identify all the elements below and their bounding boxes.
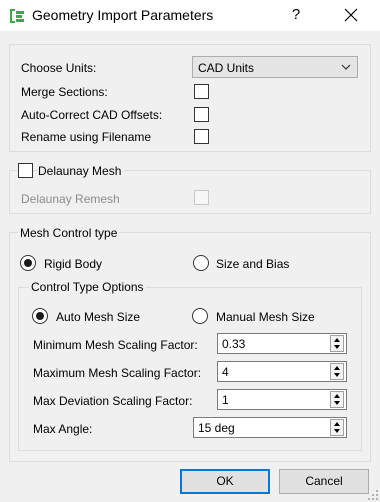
spin-down-icon[interactable]: [331, 343, 343, 351]
max-angle-spinbox[interactable]: 15 deg: [193, 417, 347, 438]
rigid-body-label: Rigid Body: [44, 257, 103, 271]
mesh-control-title: Mesh Control type: [18, 226, 120, 240]
auto-correct-label: Auto-Correct CAD Offsets:: [21, 108, 163, 122]
max-deviation-value: 1: [222, 393, 229, 407]
close-button[interactable]: [336, 4, 366, 26]
delaunay-remesh-checkbox[interactable]: [194, 190, 209, 205]
title-bar: Geometry Import Parameters ?: [0, 0, 380, 31]
delaunay-mesh-label: Delaunay Mesh: [38, 164, 125, 178]
spin-down-icon[interactable]: [331, 399, 343, 407]
delaunay-remesh-label: Delaunay Remesh: [21, 192, 120, 206]
control-options-title: Control Type Options: [29, 280, 146, 294]
help-button[interactable]: ?: [285, 4, 307, 26]
chevron-down-icon: [341, 64, 351, 70]
manual-mesh-radio[interactable]: [192, 308, 208, 324]
rigid-body-radio[interactable]: [20, 255, 36, 271]
units-dropdown-value: CAD Units: [198, 61, 255, 75]
auto-mesh-label: Auto Mesh Size: [56, 310, 141, 324]
min-factor-value: 0.33: [222, 337, 246, 351]
max-angle-spin-buttons[interactable]: [330, 419, 344, 436]
ok-button[interactable]: OK: [180, 469, 270, 494]
size-bias-label: Size and Bias: [216, 257, 290, 271]
max-angle-value: 15 deg: [198, 421, 235, 435]
window-title: Geometry Import Parameters: [32, 7, 214, 23]
max-factor-spinbox[interactable]: 4: [217, 361, 347, 382]
min-factor-spin-buttons[interactable]: [330, 335, 344, 352]
units-dropdown[interactable]: CAD Units: [192, 56, 358, 78]
max-deviation-spin-buttons[interactable]: [330, 391, 344, 408]
max-deviation-label: Max Deviation Scaling Factor:: [33, 394, 193, 408]
min-factor-label: Minimum Mesh Scaling Factor:: [33, 338, 198, 352]
max-factor-label: Maximum Mesh Scaling Factor:: [33, 366, 202, 380]
rename-checkbox[interactable]: [194, 129, 209, 144]
rename-label: Rename using Filename: [21, 130, 152, 144]
app-logo-icon: [10, 9, 24, 23]
cancel-button[interactable]: Cancel: [279, 469, 369, 494]
delaunay-mesh-checkbox[interactable]: [18, 163, 33, 178]
spin-down-icon[interactable]: [331, 427, 343, 435]
resize-grip-icon[interactable]: [368, 490, 378, 500]
auto-correct-checkbox[interactable]: [194, 107, 209, 122]
spin-down-icon[interactable]: [331, 371, 343, 379]
merge-sections-checkbox[interactable]: [194, 84, 209, 99]
auto-mesh-radio[interactable]: [32, 308, 48, 324]
size-bias-radio[interactable]: [193, 255, 209, 271]
max-factor-spin-buttons[interactable]: [330, 363, 344, 380]
choose-units-label: Choose Units:: [21, 61, 97, 75]
min-factor-spinbox[interactable]: 0.33: [217, 333, 347, 354]
manual-mesh-label: Manual Mesh Size: [216, 310, 315, 324]
max-deviation-spinbox[interactable]: 1: [217, 389, 347, 410]
max-factor-value: 4: [222, 365, 229, 379]
merge-sections-label: Merge Sections:: [21, 85, 108, 99]
max-angle-label: Max Angle:: [33, 422, 93, 436]
close-icon: [344, 8, 358, 22]
